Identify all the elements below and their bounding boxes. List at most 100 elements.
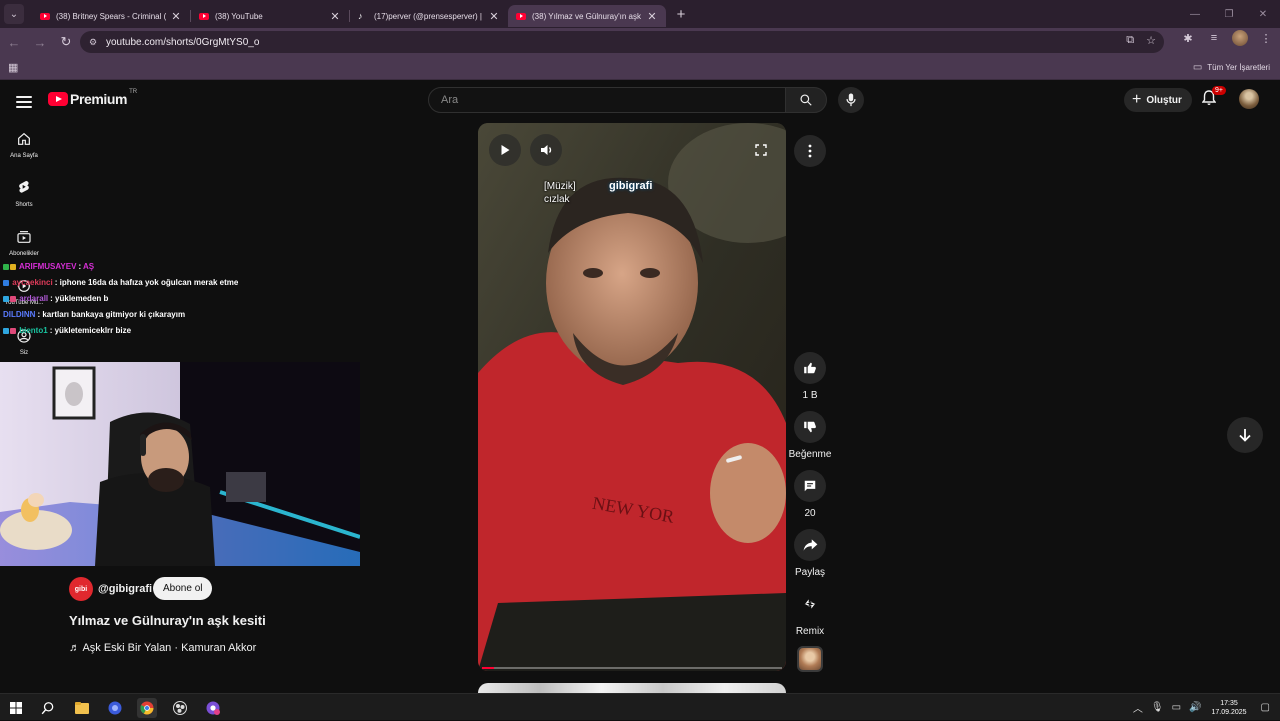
extensions-icon[interactable]: ✱ [1180,30,1196,46]
app-icon[interactable] [105,698,125,718]
new-tab-button[interactable]: + [670,3,692,25]
chat-message: biento1: yükletemiceklrr bize [3,323,363,339]
apps-grid-icon[interactable]: ▦ [8,61,18,74]
close-tab-icon[interactable]: ✕ [170,10,182,23]
profile-avatar[interactable] [1232,30,1248,46]
music-link[interactable]: ♬ Aşk Eski Bir Yalan · Kamuran Akkor [69,642,256,654]
close-tab-icon[interactable]: ✕ [488,10,500,23]
browser-tabstrip: ⌄ (38) Britney Spears - Criminal ( ✕ (38… [0,0,1280,28]
notifications-button[interactable]: 9+ [1201,86,1226,108]
start-button[interactable] [6,698,26,718]
guide-item-subscriptions[interactable]: Abonelikler [0,229,48,257]
chat-badge-icon [10,263,16,270]
chat-badge-icon [10,327,16,334]
browser-tab[interactable]: (38) YouTube ✕ [191,5,349,27]
remix-button[interactable]: Remix [788,588,832,637]
file-explorer-icon[interactable] [72,698,92,718]
dislike-button[interactable]: Beğenme [788,411,832,460]
reload-button[interactable]: ↻ [54,30,78,54]
channel-logo[interactable]: gibi [69,577,93,601]
shorts-player[interactable]: NEW YOR [Müzik] cızlak gibigrafi [478,123,786,671]
tab-search-button[interactable]: ⌄ [4,4,24,24]
tray-overflow-icon[interactable]: ︿ [1133,700,1143,715]
taskbar-search-button[interactable] [38,698,58,718]
chat-username: ardarall [19,294,49,303]
close-tab-icon[interactable]: ✕ [329,10,341,23]
fullscreen-button[interactable] [745,134,777,166]
shorts-icon [19,180,29,193]
home-icon [18,132,30,145]
chrome-profile-icon[interactable] [203,698,223,718]
play-button[interactable] [489,134,521,166]
url-text[interactable]: youtube.com/shorts/0GrgMtYS0_o [106,37,259,48]
search-button[interactable] [785,87,827,113]
chat-message: ardarall: yüklemeden b [3,291,363,307]
voice-search-button[interactable] [838,87,864,113]
chat-username: ARIFMUSAYEV [18,262,77,271]
forward-button[interactable]: → [28,30,52,54]
search-input[interactable] [428,87,786,113]
chat-badge-icon [3,263,9,270]
browser-tab[interactable]: (17)perver (@prensesperver) | T ✕ [350,5,508,27]
sound-thumbnail[interactable] [797,646,823,672]
notification-center-icon[interactable]: ▢ [1261,702,1270,713]
youtube-page: Premium TR + Oluştur 9+ Ana Sayfa Shorts… [0,81,1280,693]
account-avatar[interactable] [1239,89,1259,109]
all-bookmarks-button[interactable]: ▭ Tüm Yer İşaretleri [1193,62,1270,73]
plus-icon: + [1132,91,1142,108]
video-progress-bar[interactable] [482,667,782,669]
search-icon [800,94,812,106]
browser-toolbar: ← → ↻ ⚙ youtube.com/shorts/0GrgMtYS0_o ⧉… [0,28,1280,56]
volume-button[interactable] [530,134,562,166]
microphone-tray-icon[interactable]: 🎙 [1151,702,1164,713]
folder-icon: ▭ [1192,62,1203,73]
close-window-icon[interactable]: ✕ [1246,0,1280,28]
chat-badge-icon [10,295,16,302]
next-short-preview[interactable] [478,683,786,693]
media-control-icon[interactable]: ≡ [1206,30,1222,46]
restore-icon[interactable]: ❐ [1212,0,1246,28]
taskbar-clock[interactable]: 17:35 17.09.2025 [1212,699,1247,717]
chat-text: yüklemeden b [55,294,109,303]
chrome-icon[interactable] [137,698,157,718]
browser-tab-active[interactable]: (38) Yılmaz ve Gülnuray'ın aşk k ✕ [508,5,666,27]
tiktok-favicon-icon [358,11,368,21]
progress-fill [482,667,494,669]
close-tab-icon[interactable]: ✕ [646,10,658,23]
volume-icon [540,145,551,155]
short-title[interactable]: Yılmaz ve Gülnuray'ın aşk kesiti [69,613,266,628]
like-button[interactable]: 1 B [788,352,832,401]
bookmark-star-icon[interactable]: ☆ [1146,34,1156,47]
address-bar[interactable]: ⚙ youtube.com/shorts/0GrgMtYS0_o ⧉ ☆ [80,31,1164,53]
install-app-icon[interactable]: ⧉ [1126,34,1134,47]
more-options-button[interactable] [794,135,826,167]
guide-item-home[interactable]: Ana Sayfa [0,131,48,159]
stream-chat-overlay: ARIFMUSAYEV: AŞ aycaekinci: iphone 16da … [3,259,363,339]
system-tray: ︿ 🎙 ▭ 🔊 17:35 17.09.2025 ▢ [1129,694,1280,721]
chat-text: kartları bankaya gitmiyor ki çıkarayım [42,310,186,319]
browser-tab[interactable]: (38) Britney Spears - Criminal ( ✕ [32,5,190,27]
thumbs-up-icon [804,362,816,374]
guide-item-shorts[interactable]: Shorts [0,180,48,208]
speaker-icon[interactable]: 🔊 [1189,702,1201,713]
channel-name[interactable]: @gibigrafi [98,583,152,595]
guide-menu-icon[interactable] [16,93,32,111]
site-info-icon[interactable]: ⚙ [86,35,100,49]
windows-logo-icon [10,702,22,714]
bookmarks-bar: ▦ ▭ Tüm Yer İşaretleri [0,56,1280,80]
network-icon[interactable]: ▭ [1172,702,1181,713]
arrow-down-icon [1239,429,1251,442]
chrome-menu-icon[interactable]: ⋮ [1258,30,1274,46]
youtube-premium-logo[interactable]: Premium TR [48,89,137,107]
next-video-button[interactable] [1227,417,1263,453]
video-frame: NEW YOR [478,123,786,671]
obs-icon[interactable] [170,698,190,718]
share-button[interactable]: Paylaş [788,529,832,578]
minimize-icon[interactable]: — [1178,0,1212,28]
create-button[interactable]: + Oluştur [1124,88,1192,112]
back-button[interactable]: ← [2,30,26,54]
subscribe-button[interactable]: Abone ol [153,577,213,600]
chat-text: iphone 16da da hafıza yok oğulcan merak … [59,278,239,287]
more-vert-icon [808,144,812,158]
comments-button[interactable]: 20 [788,470,832,519]
